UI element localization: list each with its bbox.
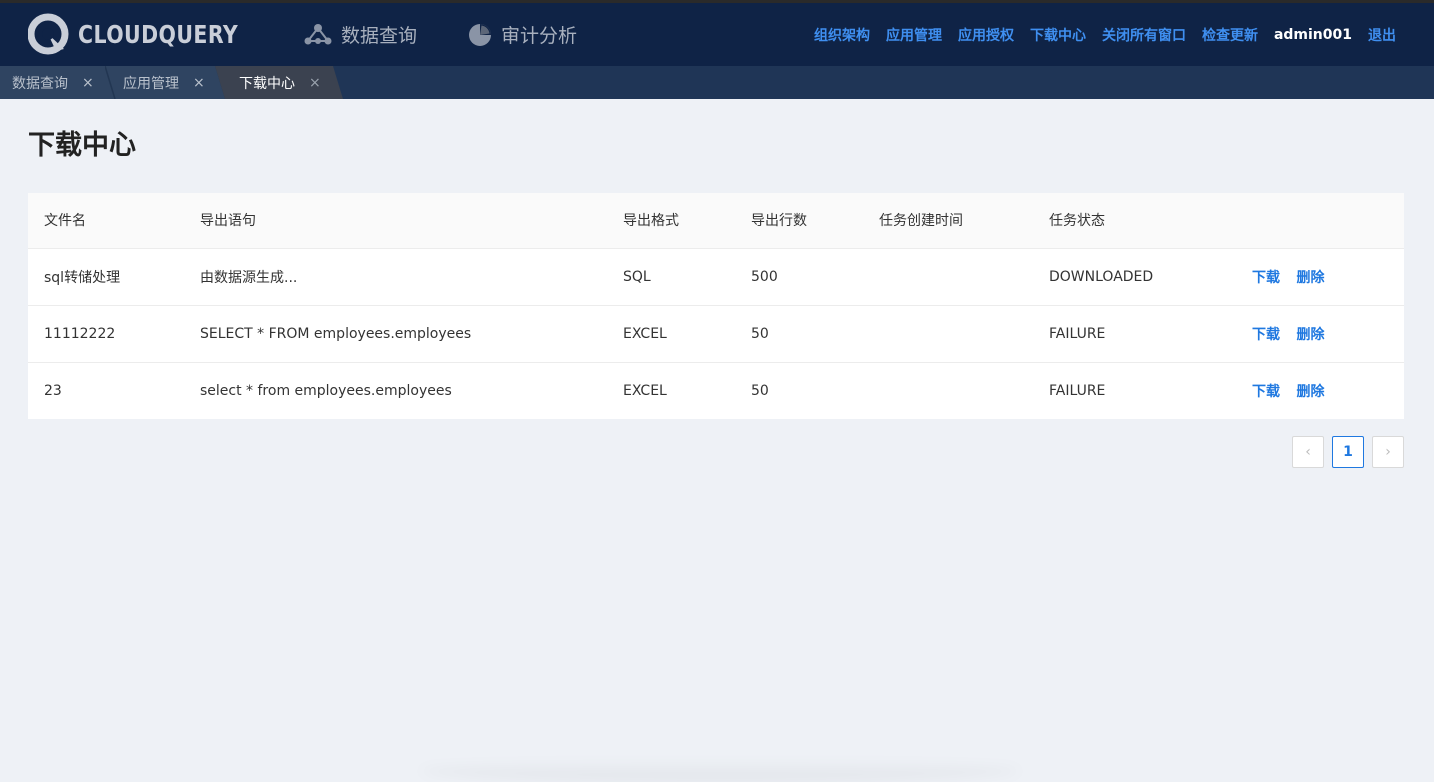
cell-created-time [863, 362, 1033, 419]
cell-row-count: 50 [751, 382, 769, 399]
cell-format: EXCEL [623, 325, 667, 342]
nav-link-app-manage[interactable]: 应用管理 [886, 25, 942, 45]
logout-link[interactable]: 退出 [1368, 25, 1396, 45]
main-nav-label: 数据查询 [341, 25, 418, 47]
current-user: admin001 [1273, 26, 1352, 43]
app-header: CLOUDQUERY 数据查询 审计分析 组织架构 应用管理 应用授权 下载中心… [0, 3, 1434, 66]
brand-logo[interactable]: CLOUDQUERY [28, 13, 273, 55]
bottom-shadow [420, 760, 1020, 782]
pie-chart-icon [469, 23, 492, 46]
cell-status: FAILURE [1049, 325, 1106, 342]
top-nav: 组织架构 应用管理 应用授权 下载中心 关闭所有窗口 检查更新 admin001… [798, 3, 1396, 66]
tab-label: 下载中心 [239, 75, 295, 92]
cell-format: EXCEL [623, 382, 667, 399]
cell-created-time [863, 305, 1033, 362]
cell-actions: 下载 删除 [1236, 248, 1404, 305]
pagination: ‹ 1 › [1292, 436, 1412, 468]
download-button[interactable]: 下载 [1252, 384, 1280, 400]
nav-link-check-update[interactable]: 检查更新 [1202, 25, 1258, 45]
tab-bar: 数据查询 × 应用管理 × 下载中心 × [0, 66, 1434, 99]
tab-label: 数据查询 [12, 75, 68, 92]
column-header: 导出格式 [623, 213, 679, 230]
table-row: 23 select * from employees.employees EXC… [28, 362, 1404, 419]
close-icon[interactable]: × [82, 75, 94, 91]
main-nav-label: 审计分析 [501, 25, 578, 47]
tab-data-query[interactable]: 数据查询 × [0, 66, 115, 99]
table-row: sql转储处理 由数据源生成... SQL 500 DOWNLOADED 下载 … [28, 248, 1404, 305]
tab-download-center[interactable]: 下载中心 × [215, 66, 343, 99]
network-nodes-icon [304, 23, 332, 44]
page-button-current[interactable]: 1 [1332, 436, 1364, 468]
page-title: 下载中心 [28, 130, 136, 161]
download-button[interactable]: 下载 [1252, 270, 1280, 286]
main-nav-data-query[interactable]: 数据查询 [303, 21, 417, 48]
column-header: 导出行数 [751, 213, 807, 230]
table-row: 11112222 SELECT * FROM employees.employe… [28, 305, 1404, 362]
cell-status: DOWNLOADED [1049, 268, 1154, 285]
tab-label: 应用管理 [123, 75, 179, 92]
download-button[interactable]: 下载 [1252, 327, 1280, 343]
column-header: 文件名 [44, 213, 86, 230]
main-nav: 数据查询 审计分析 [303, 3, 627, 66]
cloudquery-logo-icon [28, 13, 69, 55]
brand-name: CLOUDQUERY [78, 19, 239, 49]
delete-button[interactable]: 删除 [1296, 384, 1324, 400]
cell-file-name: sql转储处理 [44, 269, 121, 286]
cell-created-time [863, 248, 1033, 305]
column-header: 导出语句 [200, 213, 256, 230]
nav-link-download-center[interactable]: 下载中心 [1030, 25, 1086, 45]
nav-link-app-auth[interactable]: 应用授权 [958, 25, 1014, 45]
column-header: 任务状态 [1049, 213, 1105, 230]
cell-row-count: 500 [751, 268, 778, 285]
close-icon[interactable]: × [309, 75, 321, 91]
cell-row-count: 50 [751, 325, 769, 342]
download-table: 文件名 导出语句 导出格式 导出行数 任务创建时间 任务状态 sql转储处理 由… [28, 193, 1404, 419]
cell-file-name: 23 [44, 382, 62, 399]
column-header: 任务创建时间 [879, 213, 963, 230]
cell-status: FAILURE [1049, 382, 1106, 399]
main-nav-audit[interactable]: 审计分析 [467, 21, 577, 48]
main-content: 下载中心 文件名 导出语句 导出格式 导出行数 任务创建时间 任务状态 sql转… [0, 131, 1434, 419]
next-page-button[interactable]: › [1372, 436, 1404, 468]
cell-actions: 下载 删除 [1236, 362, 1404, 419]
delete-button[interactable]: 删除 [1296, 270, 1324, 286]
column-header [1236, 193, 1404, 248]
cell-statement: 由数据源生成... [200, 269, 298, 286]
prev-page-button[interactable]: ‹ [1292, 436, 1324, 468]
cell-file-name: 11112222 [44, 325, 116, 342]
cell-actions: 下载 删除 [1236, 305, 1404, 362]
table-header-row: 文件名 导出语句 导出格式 导出行数 任务创建时间 任务状态 [28, 193, 1404, 248]
cell-statement: select * from employees.employees [200, 382, 452, 399]
cell-statement: SELECT * FROM employees.employees [200, 325, 472, 342]
close-icon[interactable]: × [193, 75, 205, 91]
delete-button[interactable]: 删除 [1296, 327, 1324, 343]
nav-link-org[interactable]: 组织架构 [814, 25, 870, 45]
cell-format: SQL [623, 268, 651, 285]
tab-app-manage[interactable]: 应用管理 × [105, 66, 225, 99]
nav-link-close-all[interactable]: 关闭所有窗口 [1102, 25, 1186, 45]
